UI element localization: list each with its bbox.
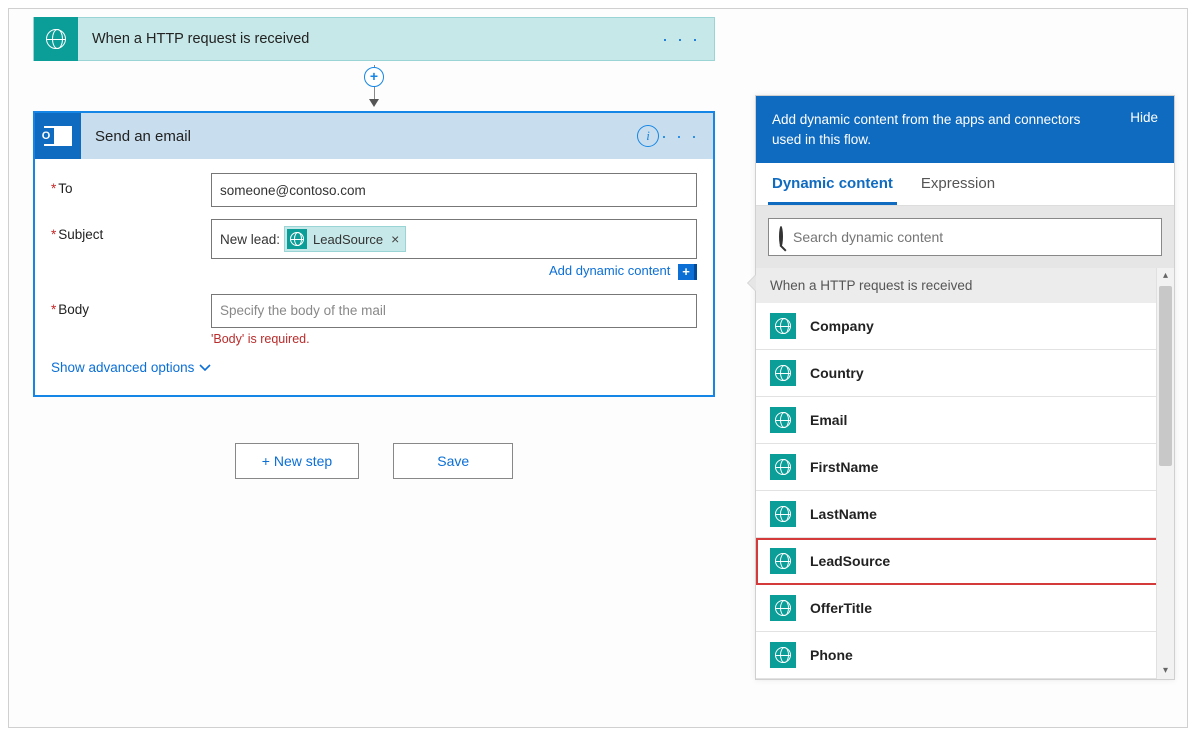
body-placeholder: Specify the body of the mail [220, 303, 386, 318]
chevron-down-icon [198, 360, 212, 374]
dynamic-panel-header: Add dynamic content from the apps and co… [756, 96, 1174, 163]
body-input[interactable]: Specify the body of the mail [211, 294, 697, 328]
action-header[interactable]: O Send an email i · · · [35, 113, 713, 159]
dynamic-tabs: Dynamic content Expression [756, 163, 1174, 206]
trigger-more-menu[interactable]: · · · [662, 29, 700, 50]
add-dynamic-plus-icon[interactable]: + [678, 264, 694, 280]
tab-dynamic-content[interactable]: Dynamic content [768, 163, 897, 205]
token-label: LeadSource [313, 232, 383, 247]
outlook-icon: O [35, 113, 81, 159]
connector-arrow: + [33, 61, 715, 111]
dynamic-item-label: LeadSource [810, 553, 890, 569]
scroll-up-icon[interactable]: ▴ [1157, 268, 1174, 284]
panel-pointer [747, 274, 756, 292]
dynamic-item-label: Company [810, 318, 874, 334]
dynamic-content-panel: Add dynamic content from the apps and co… [755, 95, 1175, 680]
dynamic-item-lastname[interactable]: LastName [756, 491, 1174, 538]
globe-icon [770, 360, 796, 386]
scroll-thumb[interactable] [1159, 286, 1172, 466]
dynamic-token-leadsource[interactable]: LeadSource × [284, 226, 406, 252]
new-step-button[interactable]: + New step [235, 443, 359, 479]
globe-icon [770, 407, 796, 433]
dynamic-item-label: LastName [810, 506, 877, 522]
dynamic-item-label: FirstName [810, 459, 878, 475]
dynamic-item-label: Country [810, 365, 864, 381]
http-trigger-icon [34, 17, 78, 61]
token-remove-icon[interactable]: × [391, 231, 399, 247]
search-icon [779, 228, 783, 246]
tab-expression[interactable]: Expression [917, 163, 999, 205]
dynamic-group-title: When a HTTP request is received [756, 268, 1174, 303]
subject-text: New lead: [220, 232, 280, 247]
insert-step-button[interactable]: + [364, 67, 384, 87]
globe-icon [770, 454, 796, 480]
dynamic-panel-header-text: Add dynamic content from the apps and co… [772, 110, 1092, 149]
body-label: Body [58, 302, 89, 317]
body-error-message: 'Body' is required. [211, 332, 697, 346]
globe-icon [770, 501, 796, 527]
dynamic-item-offertitle[interactable]: OfferTitle [756, 585, 1174, 632]
scrollbar[interactable]: ▴ ▾ [1156, 268, 1174, 679]
save-button[interactable]: Save [393, 443, 513, 479]
dynamic-item-firstname[interactable]: FirstName [756, 444, 1174, 491]
to-value: someone@contoso.com [220, 183, 366, 198]
trigger-title: When a HTTP request is received [78, 31, 309, 47]
hide-panel-link[interactable]: Hide [1130, 110, 1158, 125]
action-more-menu[interactable]: · · · [661, 126, 699, 147]
dynamic-search-box[interactable] [768, 218, 1162, 256]
dynamic-item-phone[interactable]: Phone [756, 632, 1174, 679]
dynamic-item-label: Phone [810, 647, 853, 663]
action-card-send-email: O Send an email i · · · *To someone@cont… [33, 111, 715, 397]
subject-input[interactable]: New lead: LeadSource × [211, 219, 697, 259]
dynamic-search-input[interactable] [793, 229, 1151, 245]
trigger-card[interactable]: When a HTTP request is received · · · [33, 17, 715, 61]
dynamic-item-label: OfferTitle [810, 600, 872, 616]
dynamic-item-country[interactable]: Country [756, 350, 1174, 397]
token-globe-icon [287, 229, 307, 249]
globe-icon [770, 548, 796, 574]
to-input[interactable]: someone@contoso.com [211, 173, 697, 207]
globe-icon [770, 595, 796, 621]
dynamic-content-list: Company Country Email FirstName LastName Lead… [756, 303, 1174, 679]
show-advanced-options-link[interactable]: Show advanced options [51, 360, 212, 375]
globe-icon [770, 642, 796, 668]
dynamic-item-leadsource[interactable]: LeadSource [756, 538, 1174, 585]
field-row-subject: *Subject New lead: LeadSource × Add dyna… [51, 219, 697, 290]
to-label: To [58, 181, 72, 196]
dynamic-item-email[interactable]: Email [756, 397, 1174, 444]
add-dynamic-content-link[interactable]: Add dynamic content [549, 263, 670, 278]
action-title: Send an email [81, 128, 191, 145]
field-row-to: *To someone@contoso.com [51, 173, 697, 207]
globe-icon [770, 313, 796, 339]
info-icon[interactable]: i [637, 125, 659, 147]
subject-label: Subject [58, 227, 103, 242]
dynamic-item-company[interactable]: Company [756, 303, 1174, 350]
field-row-body: *Body Specify the body of the mail 'Body… [51, 294, 697, 346]
dynamic-item-label: Email [810, 412, 847, 428]
scroll-down-icon[interactable]: ▾ [1157, 663, 1174, 679]
